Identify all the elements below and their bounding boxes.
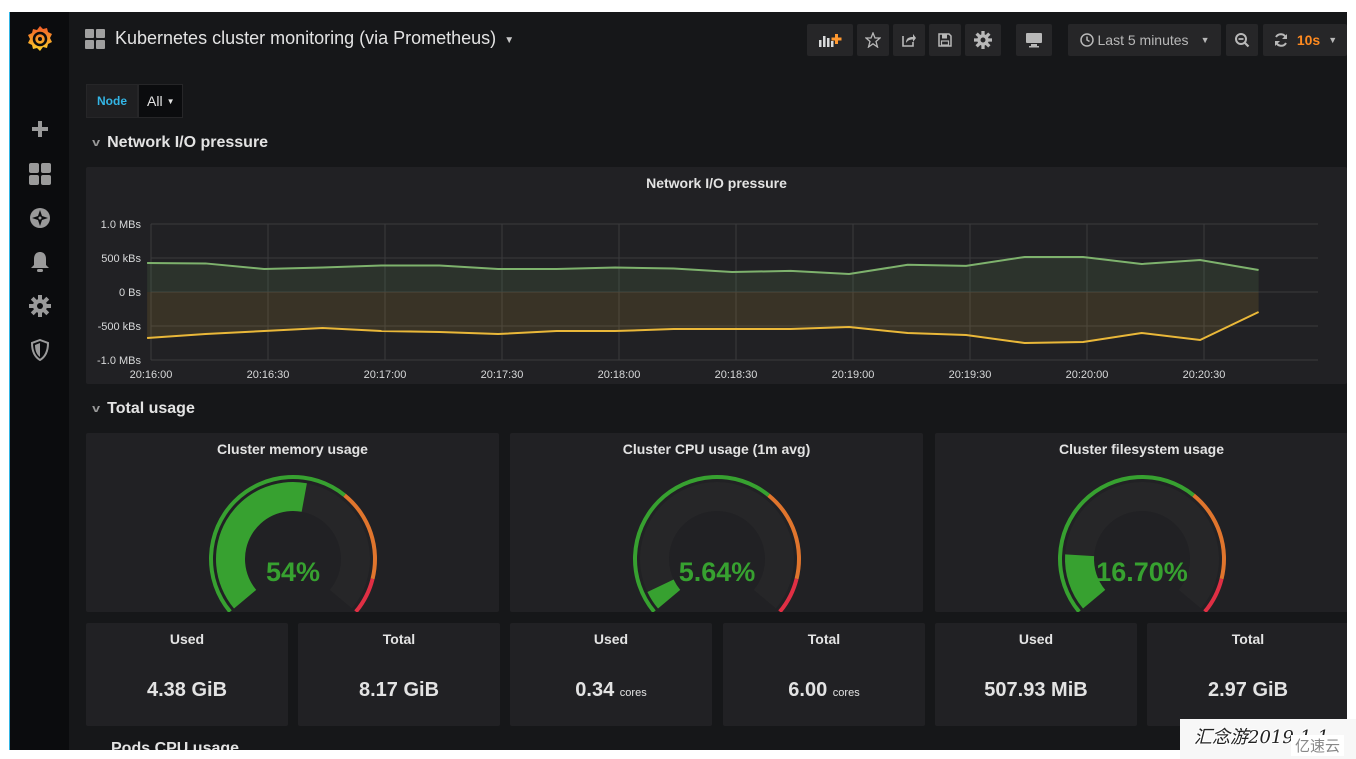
panel-title[interactable]: Used [510,631,712,647]
row-pods-cpu[interactable]: Pods CPU usage [111,740,239,750]
panel-title[interactable]: Used [86,631,288,647]
dashboard-main: Kubernetes cluster monitoring (via Prome… [69,12,1347,750]
row-network-io[interactable]: v Network I/O pressure [92,134,269,152]
caret-down-icon: ▼ [504,35,515,46]
star-icon [865,32,881,48]
save-icon [938,33,952,47]
zoom-out-icon [1235,33,1250,48]
time-picker-button[interactable]: Last 5 minutes ▼ [1068,24,1221,56]
dashboard-settings-button[interactable] [965,24,1001,56]
panel-title[interactable]: Total [1147,631,1347,647]
star-button[interactable] [857,24,889,56]
grafana-app: Kubernetes cluster monitoring (via Prome… [9,12,1347,750]
x-tick-label: 20:18:00 [598,369,641,381]
x-tick-label: 20:20:30 [1183,369,1226,381]
caret-down-icon: ▼ [1328,35,1338,45]
filesystem-gauge: 16.70% [1058,475,1226,612]
watermark-logo: 亿速云 [1290,735,1344,756]
grafana-logo-icon[interactable] [25,24,55,54]
gauge-value-label: 5.64% [679,557,756,587]
row-title-pods-cpu: Pods CPU usage [111,740,240,750]
x-tick-label: 20:20:00 [1066,369,1109,381]
y-tick-label: 500 kBs [101,253,141,265]
refresh-icon [1274,33,1287,47]
stat-memory-used: Used 4.38 GiB [86,623,288,726]
share-button[interactable] [893,24,925,56]
stat-value: 8.17 GiB [358,679,440,701]
variable-select-node[interactable]: All ▼ [138,84,184,118]
add-panel-button[interactable] [807,24,853,56]
variable-value: All [147,93,163,109]
stat-value: 6.00 cores [788,679,860,701]
refresh-button[interactable]: 10s ▼ [1263,24,1347,56]
panel-title[interactable]: Total [723,631,925,647]
panel-title[interactable]: Used [935,631,1137,647]
row-total-usage[interactable]: v Total usage [92,400,195,418]
x-tick-label: 20:17:00 [364,369,407,381]
caret-down-icon: ▼ [1200,35,1210,45]
row-title-total: Total usage [107,400,195,417]
monitor-icon [1026,33,1042,48]
side-menu [9,12,69,750]
template-variables: Node All ▼ [86,84,184,118]
caret-down-icon: ▼ [166,96,175,106]
gear-icon [974,31,992,49]
zoom-out-button[interactable] [1226,24,1258,56]
y-tick-label: 1.0 MBs [101,219,142,231]
gauge-value-bar [216,482,307,609]
dashboard-title-picker[interactable]: Kubernetes cluster monitoring (via Prome… [85,28,514,49]
panel-title[interactable]: Total [298,631,500,647]
dashboard-grid-icon [85,28,105,49]
series-area-transmitted [147,292,1259,343]
stat-value: 507.93 MiB [984,679,1088,701]
time-range-label: Last 5 minutes [1097,32,1189,48]
stat-value: 0.34 cores [575,679,647,701]
x-tick-label: 20:18:30 [715,369,758,381]
gear-icon[interactable] [28,294,52,318]
stat-filesystem-total: Total 2.97 GiB [1147,623,1347,726]
panel-filesystem-gauge: Cluster filesystem usage 16.70% [935,433,1347,612]
gauge-value-label: 16.70% [1096,557,1188,587]
y-tick-label: 0 Bs [119,287,142,299]
x-tick-label: 20:16:30 [247,369,290,381]
tv-mode-button[interactable] [1016,24,1052,56]
compass-icon[interactable] [28,206,52,230]
variable-label-node: Node [86,84,138,118]
network-io-chart: 1.0 MBs 500 kBs 0 Bs -500 kBs -1.0 MBs 20:16:… [97,219,1318,381]
clock-icon [1079,33,1094,47]
y-tick-label: -500 kBs [98,321,142,333]
stat-filesystem-used: Used 507.93 MiB [935,623,1137,726]
stat-cpu-used: Used 0.34 cores [510,623,712,726]
panel-cpu-gauge: Cluster CPU usage (1m avg) 5.64% [510,433,923,612]
stat-cpu-total: Total 6.00 cores [723,623,925,726]
navbar: Kubernetes cluster monitoring (via Prome… [69,12,1347,68]
panel-memory-gauge: Cluster memory usage 54% [86,433,499,612]
refresh-interval[interactable]: 10s [1297,32,1320,48]
x-tick-label: 20:19:30 [949,369,992,381]
chevron-down-icon: v [92,403,101,415]
dashboards-icon[interactable] [28,162,52,186]
shield-icon[interactable] [28,338,52,362]
stat-value: 2.97 GiB [1207,679,1289,701]
series-area-received [147,256,1259,292]
panel-network-io: Network I/O pressure 1.0 MBs 500 kBs 0 Bs -… [86,167,1347,384]
watermark: 汇念游2019-1-1 亿速云 [1180,719,1356,759]
plus-icon[interactable] [28,117,52,141]
stat-value: 4.38 GiB [146,679,228,701]
save-button[interactable] [929,24,961,56]
x-tick-label: 20:17:30 [481,369,524,381]
dashboard-title: Kubernetes cluster monitoring (via Prome… [115,28,497,48]
x-tick-label: 20:19:00 [832,369,875,381]
share-icon [902,34,916,47]
memory-gauge: 54% [209,475,377,612]
x-tick-label: 20:16:00 [130,369,173,381]
chevron-down-icon: v [92,137,101,149]
gauge-value-label: 54% [266,557,320,587]
y-tick-label: -1.0 MBs [97,355,142,367]
add-panel-icon [819,34,842,47]
row-title-network: Network I/O pressure [107,134,269,151]
stat-memory-total: Total 8.17 GiB [298,623,500,726]
bell-icon[interactable] [28,250,52,274]
cpu-gauge: 5.64% [633,475,801,612]
